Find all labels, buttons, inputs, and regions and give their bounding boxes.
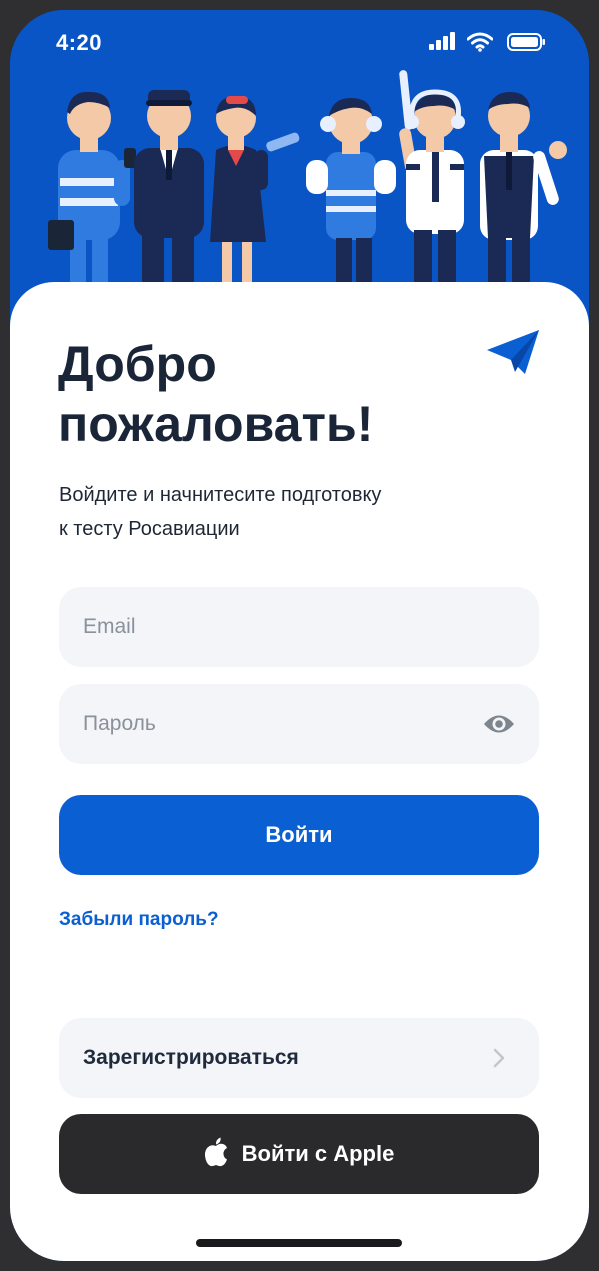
wifi-icon (467, 32, 493, 52)
apple-logo-icon (204, 1137, 227, 1167)
status-bar: 4:20 (10, 10, 589, 74)
page-subtitle: Войдите и начнитесите подготовку к тесту… (59, 478, 499, 546)
register-label: Зарегистрироваться (83, 1046, 299, 1069)
register-button[interactable]: Зарегистрироваться (59, 1018, 539, 1098)
subtitle-line-2: к тесту Росавиации (59, 518, 240, 540)
paper-plane-icon (487, 330, 539, 374)
chevron-right-icon (493, 1048, 505, 1068)
battery-icon (507, 33, 545, 51)
page-title: Добро пожаловать! (58, 334, 478, 454)
cellular-signal-icon (429, 32, 455, 50)
eye-icon[interactable] (483, 711, 515, 737)
home-indicator (196, 1239, 402, 1247)
title-line-1: Добро (58, 336, 217, 392)
apple-signin-label: Войти с Apple (241, 1141, 395, 1166)
apple-signin-button[interactable]: Войти с Apple (59, 1114, 539, 1194)
apple-signin-content: Войти с Apple (59, 1114, 539, 1194)
title-line-2: пожаловать! (58, 396, 374, 452)
password-field[interactable] (59, 684, 539, 764)
subtitle-line-1: Войдите и начнитесите подготовку (59, 484, 382, 506)
email-input[interactable] (83, 587, 463, 667)
login-card: Добро пожаловать! Войдите и начнитесите … (10, 282, 589, 1261)
phone-frame: 4:20 Добро пожаловать! Войдите и начните… (0, 0, 599, 1271)
password-input[interactable] (83, 684, 463, 764)
forgot-password-link[interactable]: Забыли пароль? (59, 909, 219, 931)
email-field[interactable] (59, 587, 539, 667)
status-time: 4:20 (56, 30, 103, 55)
login-button[interactable]: Войти (59, 795, 539, 875)
phone-screen: 4:20 Добро пожаловать! Войдите и начните… (10, 10, 589, 1261)
